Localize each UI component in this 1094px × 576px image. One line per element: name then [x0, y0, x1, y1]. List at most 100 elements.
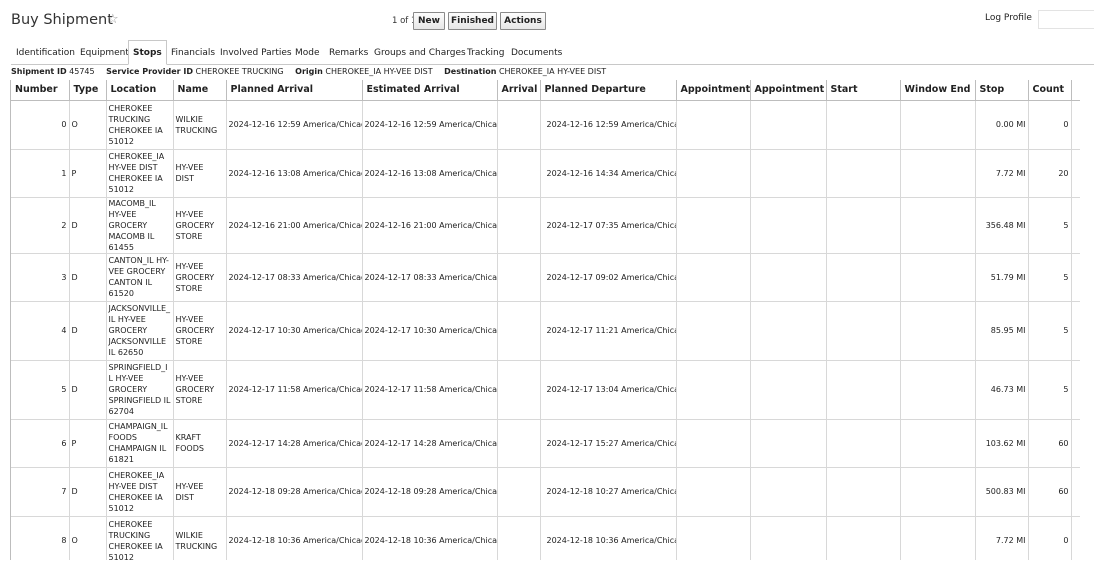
overflow-cell: [1071, 197, 1080, 254]
appointment-cell: [676, 197, 751, 254]
col-header-number[interactable]: Number: [11, 80, 70, 101]
overflow-cell: [1071, 100, 1080, 150]
col-header-location[interactable]: Location: [106, 80, 174, 101]
origin-label: Origin: [295, 67, 323, 76]
col-header-overflow[interactable]: [1071, 80, 1080, 101]
col-header-planned-departure[interactable]: Planned Departure: [540, 80, 677, 101]
stop-number-cell: 4: [11, 301, 70, 361]
stops-table-container[interactable]: Number Type Location Name Planned Arriva…: [10, 80, 1080, 560]
tab-involved-parties[interactable]: Involved Parties: [220, 48, 292, 58]
table-row[interactable]: 3 D CANTON_IL HY-VEE GROCERY CANTON IL 615…: [11, 253, 1080, 302]
table-row[interactable]: 7 D CHEROKEE_IA HY-VEE DIST CHEROKEE IA 51…: [11, 467, 1080, 517]
overflow-cell: [1071, 516, 1080, 560]
appointment-2-cell: [750, 419, 827, 468]
overflow-cell: [1071, 301, 1080, 361]
stop-distance-cell: 0.00 MI: [975, 100, 1029, 150]
tab-documents[interactable]: Documents: [511, 48, 562, 58]
col-header-appointment-2[interactable]: Appointment: [750, 80, 827, 101]
tab-stops[interactable]: Stops: [128, 40, 167, 65]
planned-arrival-cell: 2024-12-16 12:59 America/Chicago: [226, 100, 363, 150]
finished-button[interactable]: Finished: [448, 12, 497, 30]
col-header-stop[interactable]: Stop: [975, 80, 1029, 101]
stop-name-cell: HY-VEE GROCERY STORE: [173, 301, 227, 361]
estimated-arrival-cell: 2024-12-16 21:00 America/Chicago: [362, 197, 498, 254]
count-cell: 60: [1028, 419, 1072, 468]
log-profile-link[interactable]: Log Profile: [985, 13, 1032, 23]
overflow-cell: [1071, 360, 1080, 420]
planned-departure-cell: 2024-12-17 07:35 America/Chicago: [540, 197, 677, 254]
col-header-arrival[interactable]: Arrival: [497, 80, 541, 101]
tab-identification[interactable]: Identification: [16, 48, 75, 58]
stop-name-cell: HY-VEE DIST: [173, 149, 227, 198]
tab-tracking[interactable]: Tracking: [467, 48, 504, 58]
tab-groups-and-charges[interactable]: Groups and Charges: [374, 48, 466, 58]
window-end-cell: [900, 467, 976, 517]
estimated-arrival-cell: 2024-12-17 08:33 America/Chicago: [362, 253, 498, 302]
estimated-arrival-cell: 2024-12-18 10:36 America/Chicago: [362, 516, 498, 560]
stop-number-cell: 1: [11, 149, 70, 198]
tab-mode[interactable]: Mode: [295, 48, 320, 58]
stop-distance-cell: 500.83 MI: [975, 467, 1029, 517]
col-header-name[interactable]: Name: [173, 80, 227, 101]
col-header-appointment[interactable]: Appointment: [676, 80, 751, 101]
stop-location-cell: CHAMPAIGN_IL FOODS CHAMPAIGN IL 61821: [106, 419, 174, 468]
col-header-estimated-arrival[interactable]: Estimated Arrival: [362, 80, 498, 101]
table-row[interactable]: 6 P CHAMPAIGN_IL FOODS CHAMPAIGN IL 61821 K…: [11, 419, 1080, 468]
stop-type-cell: O: [69, 100, 107, 150]
table-row[interactable]: 5 D SPRINGFIELD_IL HY-VEE GROCERY SPRINGFI…: [11, 360, 1080, 420]
col-header-planned-arrival[interactable]: Planned Arrival: [226, 80, 363, 101]
appointment-2-cell: [750, 360, 827, 420]
stop-location-cell: CHEROKEE_IA HY-VEE DIST CHEROKEE IA 5101…: [106, 467, 174, 517]
planned-departure-cell: 2024-12-18 10:27 America/Chicago: [540, 467, 677, 517]
actions-button[interactable]: Actions: [500, 12, 546, 30]
shipment-info-bar: Shipment ID 45745 Service Provider ID CH…: [11, 67, 615, 79]
overflow-cell: [1071, 467, 1080, 517]
destination-label: Destination: [444, 67, 497, 76]
tab-financials[interactable]: Financials: [171, 48, 215, 58]
arrival-cell: [497, 467, 541, 517]
col-header-start[interactable]: Start: [826, 80, 901, 101]
appointment-2-cell: [750, 197, 827, 254]
planned-departure-cell: 2024-12-16 12:59 America/Chicago: [540, 100, 677, 150]
stop-location-cell: CANTON_IL HY-VEE GROCERY CANTON IL 61520: [106, 253, 174, 302]
overflow-cell: [1071, 253, 1080, 302]
table-row[interactable]: 1 P CHEROKEE_IA HY-VEE DIST CHEROKEE IA 51…: [11, 149, 1080, 198]
start-cell: [826, 419, 901, 468]
count-cell: 60: [1028, 467, 1072, 517]
appointment-cell: [676, 253, 751, 302]
tab-remarks[interactable]: Remarks: [329, 48, 368, 58]
col-header-count[interactable]: Count: [1028, 80, 1072, 101]
table-row[interactable]: 8 O CHEROKEE TRUCKING CHEROKEE IA 51012 WIL…: [11, 516, 1080, 560]
window-end-cell: [900, 149, 976, 198]
stop-number-cell: 6: [11, 419, 70, 468]
window-end-cell: [900, 516, 976, 560]
appointment-2-cell: [750, 467, 827, 517]
stop-number-cell: 8: [11, 516, 70, 560]
count-cell: 5: [1028, 253, 1072, 302]
stop-number-cell: 3: [11, 253, 70, 302]
planned-departure-cell: 2024-12-17 15:27 America/Chicago: [540, 419, 677, 468]
table-row[interactable]: 4 D JACKSONVILLE_IL HY-VEE GROCERY JACKSON…: [11, 301, 1080, 361]
estimated-arrival-cell: 2024-12-17 11:58 America/Chicago: [362, 360, 498, 420]
stop-name-cell: HY-VEE GROCERY STORE: [173, 197, 227, 254]
col-header-type[interactable]: Type: [69, 80, 107, 101]
planned-arrival-cell: 2024-12-18 10:36 America/Chicago: [226, 516, 363, 560]
start-cell: [826, 516, 901, 560]
table-row[interactable]: 2 D MACOMB_IL HY-VEE GROCERY MACOMB IL 614…: [11, 197, 1080, 254]
planned-arrival-cell: 2024-12-17 11:58 America/Chicago: [226, 360, 363, 420]
stop-number-cell: 5: [11, 360, 70, 420]
shipment-id-label: Shipment ID: [11, 67, 67, 76]
appointment-2-cell: [750, 149, 827, 198]
arrival-cell: [497, 516, 541, 560]
overflow-cell: [1071, 149, 1080, 198]
start-cell: [826, 360, 901, 420]
new-button[interactable]: New: [413, 12, 445, 30]
top-right-input[interactable]: [1038, 10, 1094, 29]
stop-type-cell: D: [69, 253, 107, 302]
col-header-window-end[interactable]: Window End: [900, 80, 976, 101]
tab-equipment[interactable]: Equipment: [80, 48, 129, 58]
planned-departure-cell: 2024-12-17 09:02 America/Chicago: [540, 253, 677, 302]
star-outline-icon[interactable]: ☆: [107, 12, 119, 27]
table-row[interactable]: 0 O CHEROKEE TRUCKING CHEROKEE IA 51012 WIL…: [11, 100, 1080, 150]
planned-arrival-cell: 2024-12-17 08:33 America/Chicago: [226, 253, 363, 302]
